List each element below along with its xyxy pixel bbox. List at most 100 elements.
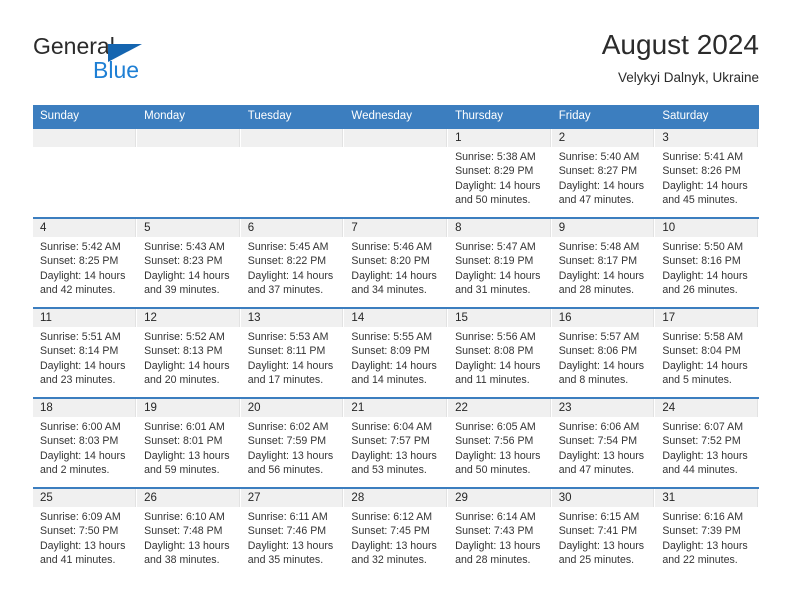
- daylight-text-line2: and 28 minutes.: [455, 553, 531, 566]
- sunrise-text: Sunrise: 6:12 AM: [351, 511, 433, 523]
- calendar-day-cell[interactable]: 10 Sunrise: 5:50 AM Sunset: 8:16 PM Dayligh…: [654, 217, 759, 308]
- day-details: Sunrise: 5:57 AM Sunset: 8:06 PM Daylight:…: [552, 327, 655, 387]
- calendar-day-cell[interactable]: 22 Sunrise: 6:05 AM Sunset: 7:56 PM Dayligh…: [447, 397, 552, 488]
- sunset-text: Sunset: 8:19 PM: [455, 255, 534, 268]
- day-details: Sunrise: 6:14 AM Sunset: 7:43 PM Daylight:…: [448, 507, 551, 567]
- day-number: 17: [655, 309, 758, 327]
- daylight-text-line2: and 14 minutes.: [351, 373, 427, 386]
- daylight-text-line2: and 32 minutes.: [351, 553, 427, 566]
- daylight-text-line2: and 34 minutes.: [351, 283, 427, 296]
- day-number: 29: [448, 489, 551, 507]
- general-blue-logo[interactable]: General Blue: [33, 33, 203, 83]
- day-details: Sunrise: 6:02 AM Sunset: 7:59 PM Daylight:…: [241, 417, 344, 477]
- calendar-day-cell[interactable]: 8 Sunrise: 5:47 AM Sunset: 8:19 PM Daylight…: [447, 217, 552, 308]
- daylight-text-line1: Daylight: 14 hours: [144, 269, 230, 282]
- day-details: Sunrise: 5:56 AM Sunset: 8:08 PM Daylight:…: [448, 327, 551, 387]
- calendar-day-cell[interactable]: 24 Sunrise: 6:07 AM Sunset: 7:52 PM Dayligh…: [654, 397, 759, 488]
- day-details: Sunrise: 5:41 AM Sunset: 8:26 PM Daylight:…: [655, 147, 758, 207]
- day-number: 21: [344, 399, 448, 417]
- calendar-day-cell[interactable]: 16 Sunrise: 5:57 AM Sunset: 8:06 PM Dayligh…: [551, 307, 656, 398]
- sunrise-text: Sunrise: 5:52 AM: [144, 331, 225, 343]
- daylight-text-line2: and 25 minutes.: [558, 553, 635, 566]
- day-number: 25: [33, 489, 137, 507]
- day-number: 6: [240, 219, 344, 237]
- daylight-text-line2: and 56 minutes.: [247, 463, 324, 476]
- day-number: 14: [344, 309, 448, 327]
- daylight-text-line1: Daylight: 14 hours: [144, 359, 230, 372]
- daylight-text-line1: Daylight: 13 hours: [662, 449, 748, 462]
- daylight-text-line1: Daylight: 14 hours: [558, 359, 645, 372]
- daylight-text-line1: Daylight: 14 hours: [40, 359, 126, 372]
- calendar-week-row: 1 Sunrise: 5:38 AM Sunset: 8:29 PM Daylight…: [33, 127, 759, 218]
- calendar-day-cell[interactable]: 23 Sunrise: 6:06 AM Sunset: 7:54 PM Dayligh…: [551, 397, 656, 488]
- calendar-day-cell[interactable]: 27 Sunrise: 6:11 AM Sunset: 7:46 PM Dayligh…: [240, 487, 345, 578]
- sunset-text: Sunset: 8:17 PM: [558, 255, 638, 268]
- sunrise-text: Sunrise: 6:02 AM: [247, 421, 329, 433]
- daylight-text-line1: Daylight: 13 hours: [455, 449, 541, 462]
- calendar-day-cell[interactable]: 4 Sunrise: 5:42 AM Sunset: 8:25 PM Daylight…: [33, 217, 138, 308]
- daylight-text-line1: Daylight: 13 hours: [558, 449, 645, 462]
- sunset-text: Sunset: 7:54 PM: [558, 435, 638, 448]
- sunrise-text: Sunrise: 6:09 AM: [40, 511, 121, 523]
- calendar-day-cell[interactable]: 28 Sunrise: 6:12 AM Sunset: 7:45 PM Dayligh…: [343, 487, 449, 578]
- calendar-day-cell[interactable]: 5 Sunrise: 5:43 AM Sunset: 8:23 PM Daylight…: [136, 217, 241, 308]
- calendar-day-cell[interactable]: 6 Sunrise: 5:45 AM Sunset: 8:22 PM Daylight…: [240, 217, 345, 308]
- weekday-header-tuesday: Tuesday: [240, 105, 345, 128]
- calendar-day-cell[interactable]: 9 Sunrise: 5:48 AM Sunset: 8:17 PM Daylight…: [551, 217, 656, 308]
- daylight-text-line2: and 8 minutes.: [558, 373, 629, 386]
- sunrise-text: Sunrise: 5:51 AM: [40, 331, 121, 343]
- day-number: 28: [344, 489, 448, 507]
- calendar-day-cell[interactable]: 26 Sunrise: 6:10 AM Sunset: 7:48 PM Dayligh…: [136, 487, 241, 578]
- daylight-text-line1: Daylight: 13 hours: [247, 449, 334, 462]
- sunrise-text: Sunrise: 5:53 AM: [247, 331, 329, 343]
- day-details: Sunrise: 6:01 AM Sunset: 8:01 PM Daylight:…: [137, 417, 240, 477]
- calendar-day-cell[interactable]: 15 Sunrise: 5:56 AM Sunset: 8:08 PM Dayligh…: [447, 307, 552, 398]
- calendar-day-cell[interactable]: 17 Sunrise: 5:58 AM Sunset: 8:04 PM Dayligh…: [654, 307, 759, 398]
- daylight-text-line2: and 5 minutes.: [662, 373, 732, 386]
- day-details: Sunrise: 6:09 AM Sunset: 7:50 PM Daylight:…: [33, 507, 136, 567]
- sunset-text: Sunset: 7:46 PM: [247, 525, 327, 538]
- calendar-day-cell[interactable]: 3 Sunrise: 5:41 AM Sunset: 8:26 PM Daylight…: [654, 127, 759, 218]
- calendar-day-cell[interactable]: 18 Sunrise: 6:00 AM Sunset: 8:03 PM Dayligh…: [33, 397, 138, 488]
- daylight-text-line2: and 28 minutes.: [558, 283, 635, 296]
- sunset-text: Sunset: 7:50 PM: [40, 525, 119, 538]
- day-number: 22: [448, 399, 551, 417]
- calendar-day-cell[interactable]: 25 Sunrise: 6:09 AM Sunset: 7:50 PM Dayligh…: [33, 487, 138, 578]
- calendar-day-cell[interactable]: 30 Sunrise: 6:15 AM Sunset: 7:41 PM Dayligh…: [551, 487, 656, 578]
- calendar-day-cell[interactable]: 19 Sunrise: 6:01 AM Sunset: 8:01 PM Dayligh…: [136, 397, 241, 488]
- day-number: 16: [551, 309, 655, 327]
- calendar-day-cell[interactable]: 14 Sunrise: 5:55 AM Sunset: 8:09 PM Dayligh…: [343, 307, 449, 398]
- sunset-text: Sunset: 7:43 PM: [455, 525, 534, 538]
- calendar-day-cell[interactable]: 2 Sunrise: 5:40 AM Sunset: 8:27 PM Daylight…: [551, 127, 656, 218]
- daylight-text-line2: and 41 minutes.: [40, 553, 116, 566]
- calendar-day-cell[interactable]: 21 Sunrise: 6:04 AM Sunset: 7:57 PM Dayligh…: [343, 397, 449, 488]
- calendar-day-cell[interactable]: 29 Sunrise: 6:14 AM Sunset: 7:43 PM Dayligh…: [447, 487, 552, 578]
- calendar-day-cell[interactable]: 11 Sunrise: 5:51 AM Sunset: 8:14 PM Dayligh…: [33, 307, 138, 398]
- calendar-day-cell[interactable]: 7 Sunrise: 5:46 AM Sunset: 8:20 PM Daylight…: [343, 217, 449, 308]
- daylight-text-line1: Daylight: 13 hours: [455, 539, 541, 552]
- daylight-text-line2: and 45 minutes.: [662, 193, 738, 206]
- day-number: 1: [448, 129, 551, 147]
- sunset-text: Sunset: 7:59 PM: [247, 435, 327, 448]
- daylight-text-line1: Daylight: 14 hours: [455, 359, 541, 372]
- calendar-day-cell[interactable]: 12 Sunrise: 5:52 AM Sunset: 8:13 PM Dayligh…: [136, 307, 241, 398]
- daylight-text-line1: Daylight: 14 hours: [455, 179, 541, 192]
- day-number: 9: [551, 219, 655, 237]
- sunset-text: Sunset: 7:41 PM: [558, 525, 638, 538]
- day-number: [33, 129, 137, 147]
- day-number: 15: [448, 309, 551, 327]
- calendar-day-cell[interactable]: 13 Sunrise: 5:53 AM Sunset: 8:11 PM Dayligh…: [240, 307, 345, 398]
- daylight-text-line2: and 47 minutes.: [558, 463, 635, 476]
- day-details: Sunrise: 5:48 AM Sunset: 8:17 PM Daylight:…: [552, 237, 655, 297]
- weekday-header-monday: Monday: [136, 105, 241, 128]
- weekday-header-saturday: Saturday: [654, 105, 759, 128]
- day-number: 30: [551, 489, 655, 507]
- day-number: 4: [33, 219, 137, 237]
- day-number: 2: [551, 129, 655, 147]
- day-details: Sunrise: 5:53 AM Sunset: 8:11 PM Daylight:…: [241, 327, 344, 387]
- weekday-header-sunday: Sunday: [33, 105, 138, 128]
- calendar-day-cell[interactable]: 1 Sunrise: 5:38 AM Sunset: 8:29 PM Daylight…: [447, 127, 552, 218]
- sunset-text: Sunset: 8:03 PM: [40, 435, 119, 448]
- calendar-day-cell[interactable]: 31 Sunrise: 6:16 AM Sunset: 7:39 PM Dayligh…: [654, 487, 759, 578]
- calendar-day-cell[interactable]: 20 Sunrise: 6:02 AM Sunset: 7:59 PM Dayligh…: [240, 397, 345, 488]
